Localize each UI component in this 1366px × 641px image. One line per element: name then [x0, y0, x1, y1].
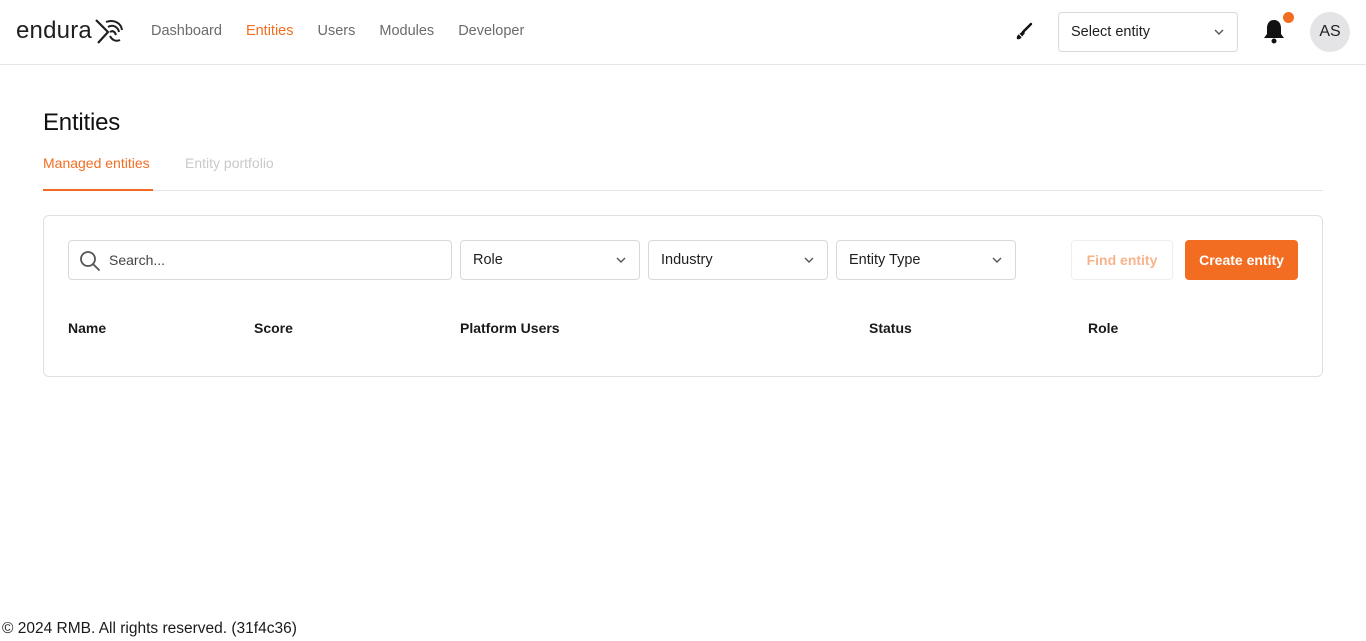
search-box[interactable]: [68, 240, 452, 280]
notification-badge: [1283, 12, 1294, 23]
search-input[interactable]: [109, 241, 439, 279]
page-title: Entities: [43, 109, 121, 136]
entity-select-value: Select entity: [1071, 24, 1150, 40]
nav-dashboard[interactable]: Dashboard: [151, 23, 222, 39]
entities-card: Role Industry Entity Type Find entity Cr…: [43, 215, 1323, 377]
logo-mark-icon: [95, 19, 123, 44]
chevron-down-icon: [804, 257, 814, 263]
column-header-score[interactable]: Score: [254, 320, 293, 336]
chevron-down-icon: [992, 257, 1002, 263]
industry-dropdown[interactable]: Industry: [648, 240, 828, 280]
entity-tabs: Managed entities Entity portfolio: [43, 155, 1323, 191]
logo-text: endura: [16, 17, 92, 44]
bell-icon[interactable]: [1262, 18, 1286, 44]
nav-developer[interactable]: Developer: [458, 23, 524, 39]
entity-type-dropdown[interactable]: Entity Type: [836, 240, 1016, 280]
find-entity-button[interactable]: Find entity: [1071, 240, 1173, 280]
role-dropdown[interactable]: Role: [460, 240, 640, 280]
avatar-initials: AS: [1319, 23, 1341, 40]
nav-modules[interactable]: Modules: [379, 23, 434, 39]
entity-type-dropdown-label: Entity Type: [849, 252, 921, 268]
chevron-down-icon: [1214, 29, 1224, 35]
top-navigation-bar: endura Dashboard Entities Users Modules …: [0, 0, 1366, 65]
chevron-down-icon: [616, 257, 626, 263]
endura-logo[interactable]: endura: [16, 14, 124, 48]
nav-users[interactable]: Users: [318, 23, 356, 39]
search-icon: [80, 251, 100, 271]
column-header-role[interactable]: Role: [1088, 320, 1118, 336]
entity-select[interactable]: Select entity: [1058, 12, 1238, 52]
column-header-platform-users[interactable]: Platform Users: [460, 320, 560, 336]
nav-entities[interactable]: Entities: [246, 23, 294, 39]
tab-managed-entities[interactable]: Managed entities: [43, 155, 153, 191]
column-header-status[interactable]: Status: [869, 320, 912, 336]
role-dropdown-label: Role: [473, 252, 503, 268]
column-header-name[interactable]: Name: [68, 320, 106, 336]
tab-entity-portfolio[interactable]: Entity portfolio: [185, 155, 274, 191]
footer-copyright: © 2024 RMB. All rights reserved. (31f4c3…: [2, 620, 297, 637]
industry-dropdown-label: Industry: [661, 252, 713, 268]
main-nav: Dashboard Entities Users Modules Develop…: [151, 23, 548, 39]
paintbrush-icon[interactable]: [1014, 22, 1034, 42]
create-entity-button[interactable]: Create entity: [1185, 240, 1298, 280]
user-avatar[interactable]: AS: [1310, 12, 1350, 52]
